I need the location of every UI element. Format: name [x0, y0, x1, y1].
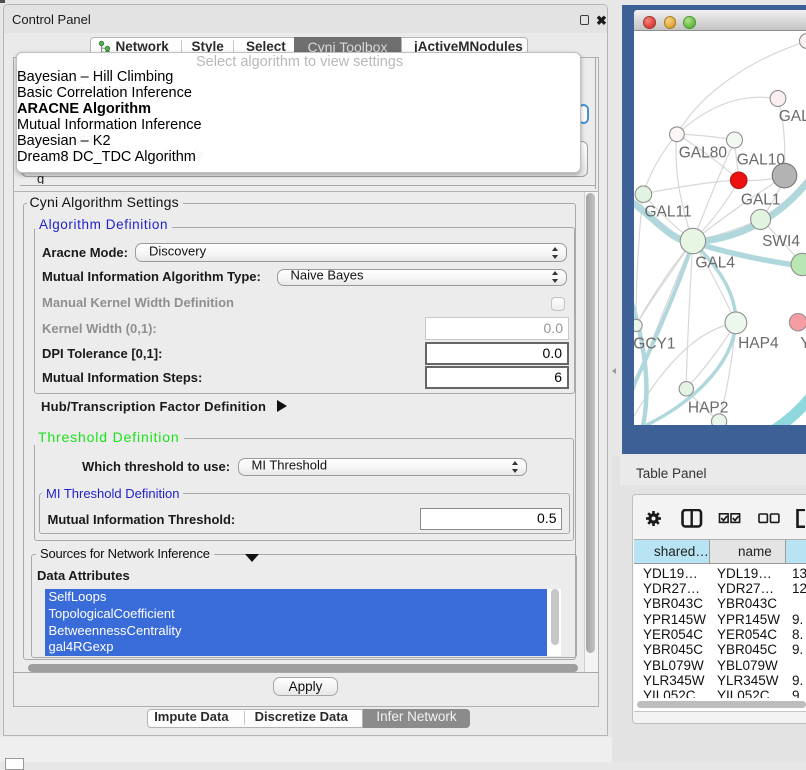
- svg-text:GCY1: GCY1: [634, 335, 676, 352]
- svg-text:GAL1: GAL1: [741, 191, 781, 208]
- svg-text:SWI4: SWI4: [762, 232, 800, 249]
- svg-text:GAL80: GAL80: [679, 144, 728, 161]
- svg-text:GAL4: GAL4: [695, 254, 735, 271]
- svg-text:HAP2: HAP2: [688, 399, 729, 416]
- svg-text:GAL11: GAL11: [645, 203, 692, 220]
- svg-text:GAL10: GAL10: [737, 151, 786, 168]
- svg-text:GAL: GAL: [779, 108, 806, 125]
- svg-text:YI: YI: [800, 335, 806, 352]
- svg-text:HAP4: HAP4: [738, 335, 779, 352]
